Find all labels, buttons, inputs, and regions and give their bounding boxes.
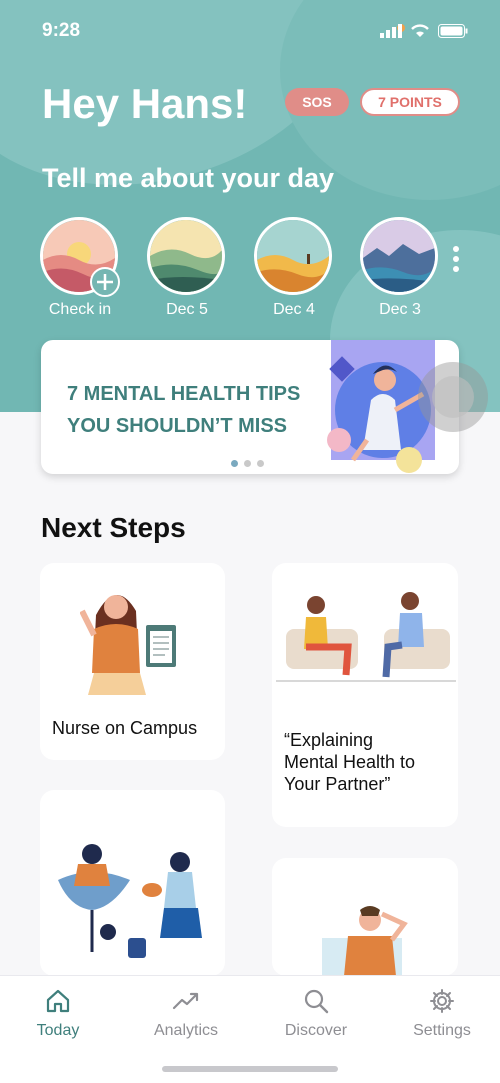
status-time: 9:28 <box>42 20 81 41</box>
watering-illustration <box>58 844 202 958</box>
tab-settings[interactable]: Settings <box>387 988 497 1040</box>
stress-illustration <box>322 906 408 976</box>
card-title: Nurse on Campus <box>52 718 198 738</box>
trend-icon <box>172 992 199 1010</box>
day-thumbnail <box>147 217 225 295</box>
add-check-in-icon[interactable] <box>90 267 120 297</box>
day-label: Check in <box>48 301 112 318</box>
tab-discover[interactable]: Discover <box>261 988 371 1040</box>
day-item-dec-3[interactable]: Dec 3 <box>360 217 440 319</box>
tab-today[interactable]: Today <box>3 988 113 1040</box>
tab-label: Analytics <box>153 1022 219 1039</box>
wifi-icon <box>411 24 429 37</box>
watering-card[interactable] <box>40 790 225 976</box>
couple-illustration <box>276 592 456 682</box>
tab-label: Discover <box>284 1022 348 1039</box>
day-prompt: Tell me about your day <box>42 163 335 193</box>
tab-label: Today <box>36 1022 80 1039</box>
partner-article-card[interactable]: “Explaining Mental Health to Your Partne… <box>272 563 458 827</box>
touch-indicator <box>418 362 488 432</box>
battery-icon <box>438 24 468 38</box>
search-icon <box>304 989 329 1014</box>
banner-pagination[interactable] <box>231 460 264 467</box>
home-icon <box>46 989 70 1013</box>
card-title-line-3: Your Partner” <box>284 774 391 794</box>
status-bar: 9:28 <box>0 18 500 44</box>
pagination-dot[interactable] <box>257 460 264 467</box>
points-badge[interactable]: 7 POINTS <box>360 88 460 116</box>
section-title: Next Steps <box>41 512 186 543</box>
tab-analytics[interactable]: Analytics <box>131 988 241 1040</box>
day-label: Dec 4 <box>273 301 315 318</box>
day-item-dec-5[interactable]: Dec 5 <box>147 217 227 319</box>
day-label: Dec 5 <box>166 301 208 318</box>
gear-icon <box>430 989 454 1013</box>
sos-button[interactable]: SOS <box>285 88 349 116</box>
day-thumbnail <box>360 217 438 295</box>
card-title-line-2: Mental Health to <box>284 752 416 772</box>
day-label: Dec 3 <box>379 301 421 318</box>
pagination-dot[interactable] <box>244 460 251 467</box>
stress-card[interactable] <box>272 858 458 976</box>
greeting-title: Hey Hans! <box>42 80 248 127</box>
more-options-icon[interactable] <box>451 246 461 276</box>
check-in-item[interactable]: Check in <box>40 217 120 319</box>
nurse-card[interactable]: Nurse on Campus <box>40 563 225 760</box>
tab-label: Settings <box>413 1022 471 1039</box>
home-indicator[interactable] <box>162 1066 338 1072</box>
day-thumbnail <box>254 217 332 295</box>
tips-banner[interactable]: 7 MENTAL HEALTH TIPS YOU SHOULDN’T MISS <box>41 340 459 474</box>
banner-line-2: YOU SHOULDN’T MISS <box>67 415 288 437</box>
card-title-line-1: “Explaining <box>284 730 374 750</box>
nurse-illustration <box>80 594 176 695</box>
signal-icon <box>380 24 402 38</box>
pagination-dot[interactable] <box>231 460 238 467</box>
banner-line-1: 7 MENTAL HEALTH TIPS <box>67 383 301 405</box>
day-item-dec-4[interactable]: Dec 4 <box>254 217 334 319</box>
